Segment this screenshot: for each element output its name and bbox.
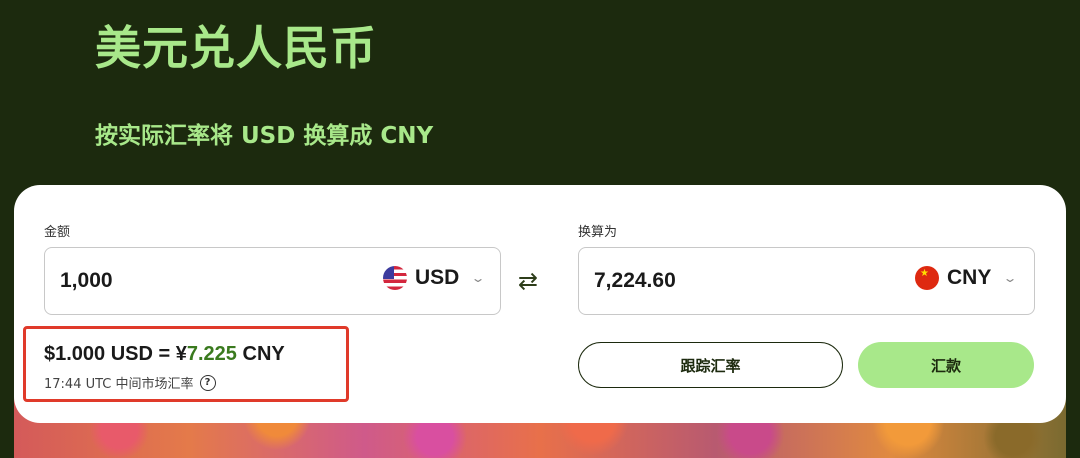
rate-prefix: $1.000 USD = ¥ bbox=[44, 343, 187, 365]
rate-value: 7.225 bbox=[186, 343, 237, 365]
to-currency-code: CNY bbox=[947, 266, 992, 289]
us-flag-icon bbox=[383, 266, 407, 290]
track-rate-button[interactable]: 跟踪汇率 bbox=[578, 342, 843, 388]
cn-flag-icon bbox=[915, 266, 939, 290]
send-money-button[interactable]: 汇款 bbox=[858, 342, 1034, 388]
amount-label: 金额 bbox=[44, 225, 71, 240]
amount-input[interactable] bbox=[60, 269, 340, 293]
question-circle-icon[interactable]: ? bbox=[199, 374, 216, 391]
chevron-down-icon: ⌄ bbox=[1002, 271, 1018, 285]
page-subtitle: 按实际汇率将 USD 换算成 CNY bbox=[95, 123, 434, 149]
amount-field: USD ⌄ bbox=[44, 247, 501, 315]
converted-field: CNY ⌄ bbox=[578, 247, 1035, 315]
rate-suffix: CNY bbox=[236, 343, 285, 365]
to-currency-select[interactable]: CNY ⌄ bbox=[915, 266, 1018, 290]
swap-arrows-icon[interactable]: ⇄ bbox=[518, 267, 538, 295]
from-currency-code: USD bbox=[415, 266, 460, 289]
page-title: 美元兑人民币 bbox=[95, 21, 377, 75]
chevron-down-icon: ⌄ bbox=[470, 271, 486, 285]
converted-input[interactable] bbox=[594, 269, 874, 293]
rate-timestamp: 17:44 UTC 中间市场汇率 ? bbox=[44, 373, 216, 392]
rate-timestamp-text: 17:44 UTC 中间市场汇率 bbox=[44, 377, 194, 392]
exchange-rate: $1.000 USD = ¥7.225 CNY bbox=[44, 343, 285, 366]
convert-to-label: 换算为 bbox=[578, 225, 618, 240]
from-currency-select[interactable]: USD ⌄ bbox=[383, 266, 486, 290]
